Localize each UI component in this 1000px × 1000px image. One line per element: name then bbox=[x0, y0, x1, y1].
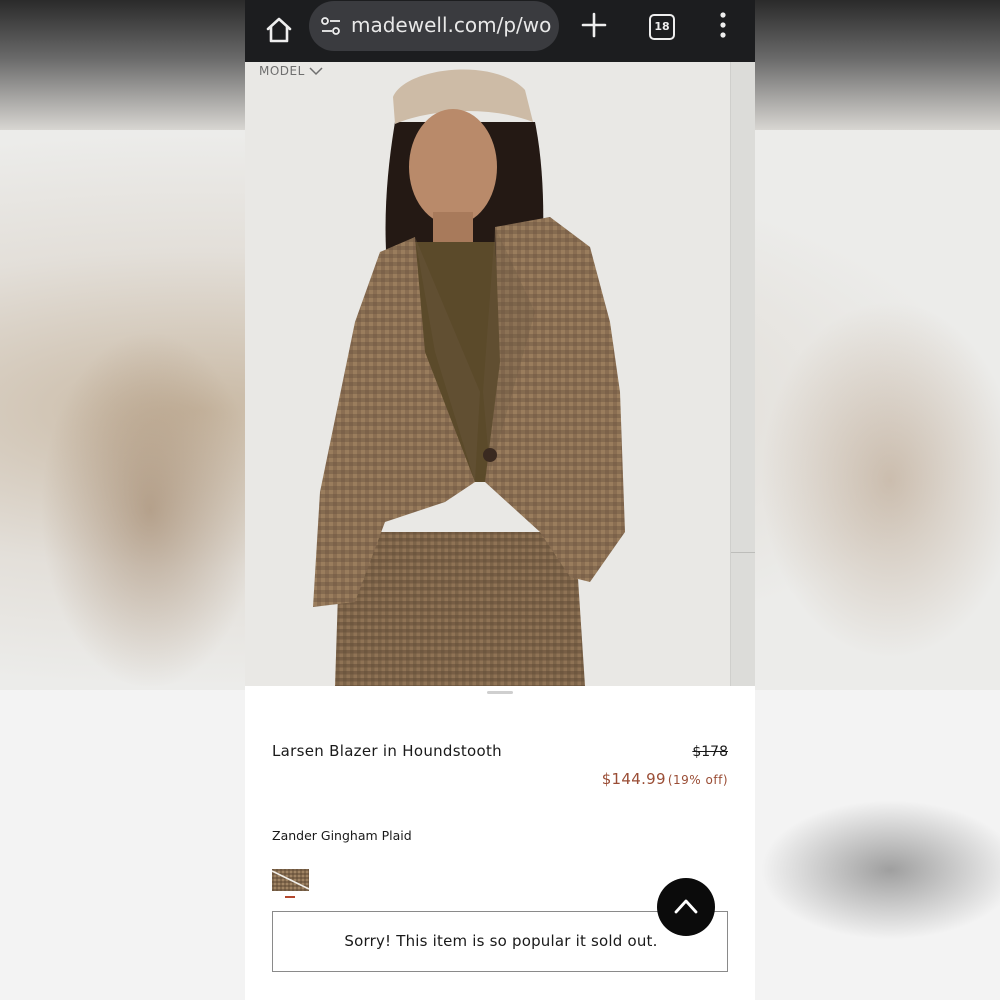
tabs-button[interactable]: 18 bbox=[649, 14, 675, 40]
site-settings-icon[interactable] bbox=[319, 14, 343, 38]
sale-price: $144.99 bbox=[601, 770, 666, 788]
model-dropdown[interactable]: MODEL bbox=[259, 64, 323, 78]
sale-price-row: $144.99 (19% off) bbox=[602, 770, 728, 788]
browser-toolbar: madewell.com/p/wor 18 bbox=[245, 0, 755, 62]
selected-color-name: Zander Gingham Plaid bbox=[272, 828, 412, 843]
product-title: Larsen Blazer in Houndstooth bbox=[272, 742, 502, 760]
discount-label: (19% off) bbox=[667, 773, 728, 787]
swatch-selected-indicator bbox=[285, 896, 295, 898]
phone-screen: madewell.com/p/wor 18 MODEL Larsen Blaze… bbox=[245, 0, 755, 1000]
next-image-peek[interactable] bbox=[730, 62, 755, 686]
address-bar[interactable]: madewell.com/p/wor bbox=[309, 1, 559, 51]
plus-icon bbox=[581, 12, 607, 38]
scroll-to-top-button[interactable] bbox=[657, 878, 715, 936]
chevron-down-icon bbox=[309, 67, 323, 76]
more-menu-button[interactable] bbox=[713, 10, 733, 42]
color-swatch-selected[interactable] bbox=[272, 869, 309, 891]
url-text: madewell.com/p/wor bbox=[351, 13, 551, 37]
sheet-grab-handle[interactable] bbox=[487, 691, 513, 694]
more-vert-icon bbox=[720, 12, 726, 38]
model-dropdown-label: MODEL bbox=[259, 64, 305, 78]
product-image[interactable]: MODEL bbox=[245, 62, 755, 686]
soldout-message: Sorry! This item is so popular it sold o… bbox=[344, 932, 658, 950]
new-tab-button[interactable] bbox=[577, 8, 611, 42]
chevron-up-icon bbox=[674, 899, 698, 914]
home-button[interactable] bbox=[259, 10, 299, 50]
home-icon bbox=[266, 17, 292, 43]
model-photo bbox=[245, 62, 730, 686]
original-price: $178 bbox=[692, 744, 728, 760]
